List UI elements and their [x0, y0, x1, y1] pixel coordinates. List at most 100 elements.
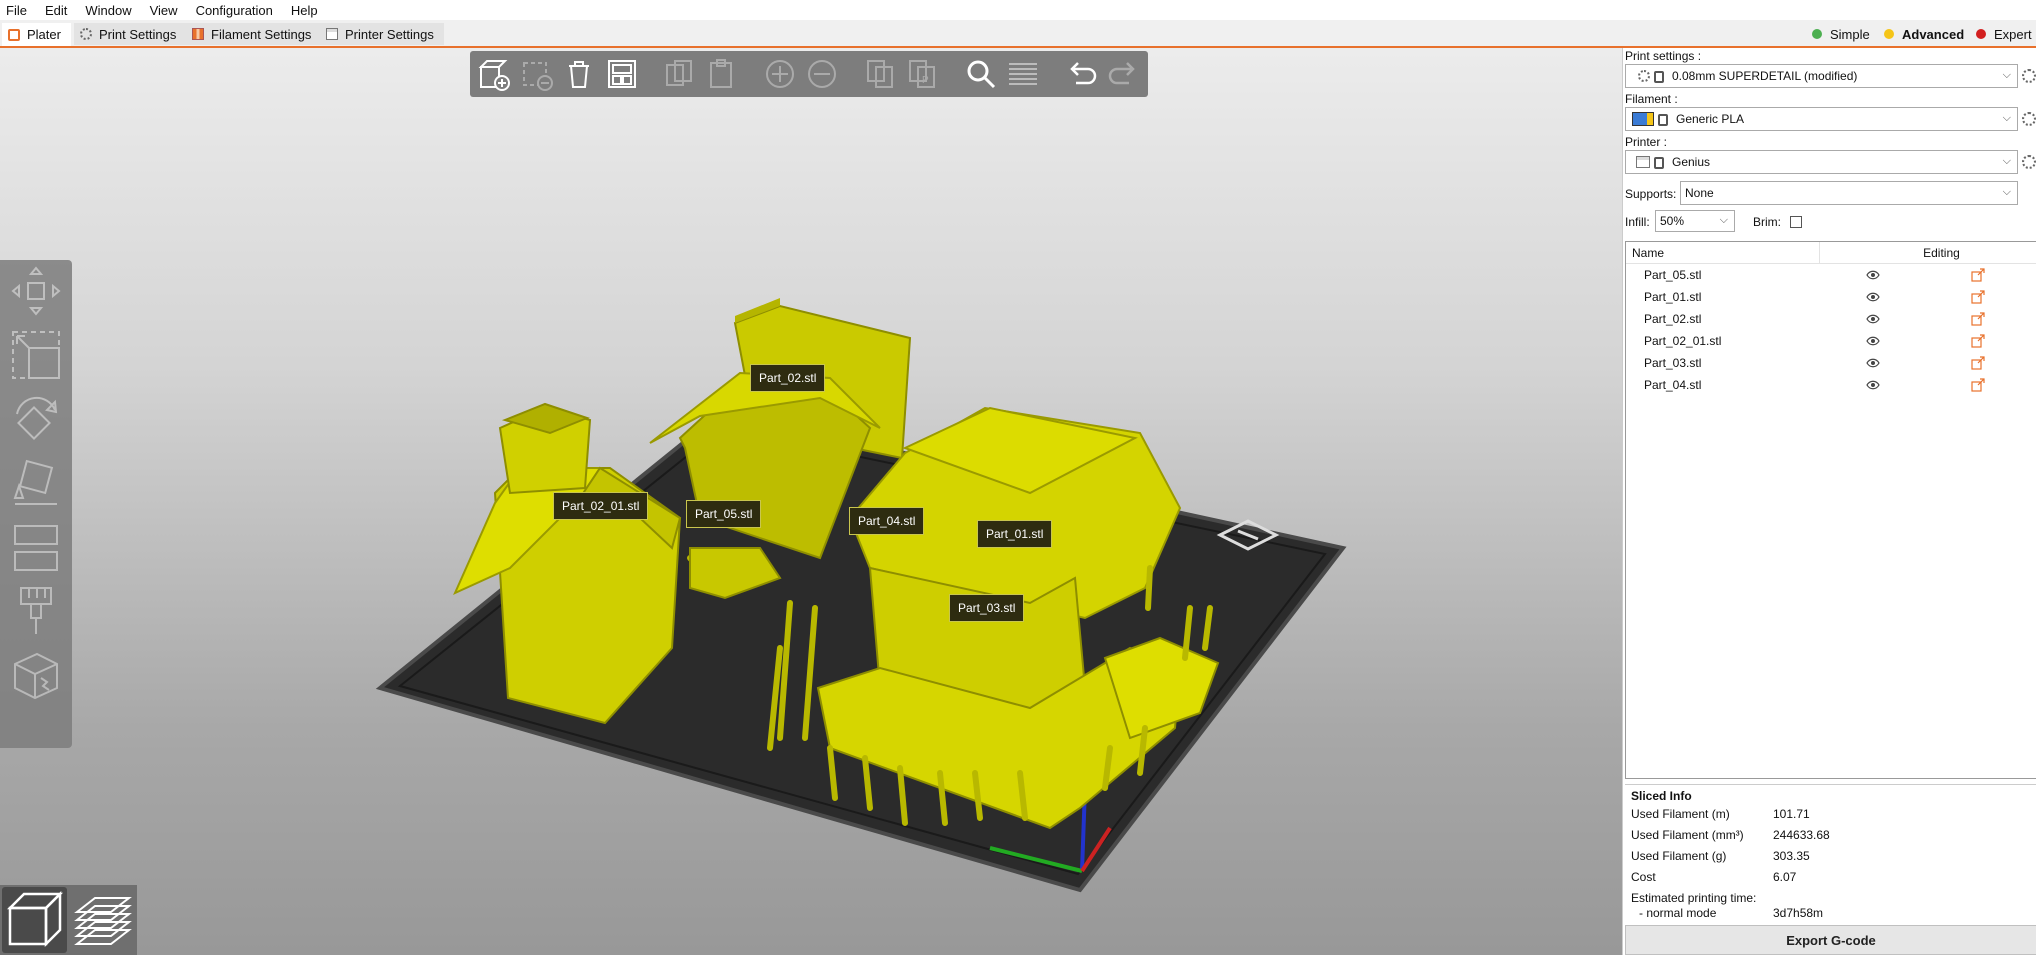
normal-mode-label: - normal mode	[1639, 906, 1717, 920]
tab-print-settings[interactable]: Print Settings	[74, 23, 187, 45]
layers-editing-icon[interactable]	[1005, 55, 1041, 93]
infill-select[interactable]: 50% ⌵	[1655, 210, 1735, 232]
print-settings-value: 0.08mm SUPERDETAIL (modified)	[1672, 69, 1858, 83]
part-label[interactable]: Part_03.stl	[949, 594, 1025, 622]
menu-edit[interactable]: Edit	[45, 3, 67, 18]
chevron-down-icon: ⌵	[1719, 214, 1728, 226]
sliced-info-label: Used Filament (m)	[1631, 807, 1730, 821]
column-editing[interactable]: Editing	[1847, 246, 2036, 260]
delete-icon[interactable]	[518, 55, 554, 93]
edit-icon[interactable]	[1926, 290, 2030, 304]
cut-icon[interactable]	[6, 518, 66, 576]
menu-window[interactable]: Window	[85, 3, 131, 18]
place-on-face-icon[interactable]	[6, 454, 66, 512]
toolbar-separator	[1048, 55, 1058, 93]
eye-icon[interactable]	[1820, 292, 1926, 302]
menu-help[interactable]: Help	[291, 3, 318, 18]
eye-icon[interactable]	[1820, 270, 1926, 280]
tab-plater[interactable]: Plater	[2, 23, 71, 48]
infill-value: 50%	[1660, 214, 1685, 228]
filament-select[interactable]: Generic PLA ⌵	[1625, 107, 2018, 131]
toolbar-separator	[947, 55, 957, 93]
edit-icon[interactable]	[1926, 378, 2030, 392]
move-icon[interactable]	[6, 262, 66, 320]
paste-icon[interactable]	[704, 55, 740, 93]
edit-icon[interactable]	[1926, 356, 2030, 370]
preview-layers-icon[interactable]	[71, 887, 136, 953]
menu-configuration[interactable]: Configuration	[196, 3, 273, 18]
copy-icon[interactable]	[661, 55, 697, 93]
sliced-info-label: Used Filament (mm³)	[1631, 828, 1744, 842]
object-row[interactable]: Part_03.stl	[1626, 352, 2036, 374]
seam-painting-icon[interactable]	[6, 646, 66, 704]
menu-view[interactable]: View	[150, 3, 178, 18]
object-row[interactable]: Part_02.stl	[1626, 308, 2036, 330]
eye-icon[interactable]	[1820, 380, 1926, 390]
remove-instance-icon[interactable]	[804, 55, 840, 93]
eye-icon[interactable]	[1820, 314, 1926, 324]
lock-icon	[1658, 114, 1668, 126]
mode-expert[interactable]: Expert	[1976, 23, 2032, 45]
mode-advanced[interactable]: Advanced	[1884, 23, 1964, 45]
redo-icon[interactable]	[1106, 55, 1142, 93]
infill-label: Infill:	[1625, 215, 1650, 229]
menu-bar: File Edit Window View Configuration Help	[0, 0, 2036, 20]
add-instance-icon[interactable]	[762, 55, 798, 93]
lock-icon	[1654, 157, 1664, 169]
filament-color-swatch-icon	[1632, 112, 1654, 126]
arrange-icon[interactable]	[603, 55, 639, 93]
column-visibility[interactable]	[1819, 241, 1847, 264]
column-name[interactable]: Name	[1626, 246, 1819, 260]
object-row[interactable]: Part_01.stl	[1626, 286, 2036, 308]
object-row[interactable]: Part_05.stl	[1626, 264, 2036, 286]
part-label[interactable]: Part_02.stl	[750, 364, 826, 392]
eye-icon[interactable]	[1820, 336, 1926, 346]
edit-icon[interactable]	[1926, 268, 2030, 282]
sidebar-panel: Print settings : 0.08mm SUPERDETAIL (mod…	[1622, 48, 2036, 955]
edit-icon[interactable]	[1926, 312, 2030, 326]
split-parts-icon[interactable]: P	[905, 55, 941, 93]
part-label[interactable]: Part_04.stl	[849, 507, 925, 535]
printer-gear-icon[interactable]	[2022, 155, 2036, 169]
object-row[interactable]: Part_04.stl	[1626, 374, 2036, 396]
print-settings-gear-icon[interactable]	[2022, 69, 2036, 83]
object-row[interactable]: Part_02_01.stl	[1626, 330, 2036, 352]
tab-printer-settings[interactable]: Printer Settings	[320, 23, 444, 45]
mode-simple[interactable]: Simple	[1812, 23, 1870, 45]
menu-file[interactable]: File	[6, 3, 27, 18]
svg-text:P: P	[922, 75, 929, 86]
view-mode-switch	[0, 885, 137, 955]
rotate-icon[interactable]	[6, 390, 66, 448]
filament-gear-icon[interactable]	[2022, 112, 2036, 126]
object-name: Part_02.stl	[1644, 312, 1702, 326]
supports-select[interactable]: None ⌵	[1680, 181, 2018, 205]
supports-label: Supports:	[1625, 187, 1677, 201]
edit-icon[interactable]	[1926, 334, 2030, 348]
printer-select[interactable]: Genius ⌵	[1625, 150, 2018, 174]
brim-checkbox[interactable]	[1790, 216, 1802, 228]
print-settings-select[interactable]: 0.08mm SUPERDETAIL (modified) ⌵	[1625, 64, 2018, 88]
simple-mode-dot-icon	[1812, 29, 1822, 39]
toolbar-separator	[746, 55, 756, 93]
paint-supports-icon[interactable]	[6, 582, 66, 640]
print-settings-label: Print settings :	[1625, 49, 1702, 63]
tab-filament-settings[interactable]: Filament Settings	[186, 23, 322, 45]
add-icon[interactable]	[476, 55, 512, 93]
3d-viewport[interactable]: Part_02.stl Part_02_01.stl Part_05.stl P…	[0, 48, 1622, 955]
eye-icon[interactable]	[1820, 358, 1926, 368]
delete-all-icon[interactable]	[561, 55, 597, 93]
part-label[interactable]: Part_05.stl	[686, 500, 762, 528]
export-gcode-button[interactable]: Export G-code	[1625, 925, 2036, 955]
brim-label: Brim:	[1753, 215, 1781, 229]
part-label[interactable]: Part_01.stl	[977, 520, 1053, 548]
undo-icon[interactable]	[1063, 55, 1099, 93]
part-label[interactable]: Part_02_01.stl	[553, 492, 649, 520]
3d-view-icon[interactable]	[2, 887, 67, 953]
split-objects-icon[interactable]	[862, 55, 898, 93]
tab-printer-settings-label: Printer Settings	[345, 26, 434, 42]
object-name: Part_02_01.stl	[1644, 334, 1722, 348]
advanced-mode-dot-icon	[1884, 29, 1894, 39]
chevron-down-icon: ⌵	[2002, 155, 2011, 167]
scale-icon[interactable]	[6, 326, 66, 384]
search-icon[interactable]	[963, 55, 999, 93]
